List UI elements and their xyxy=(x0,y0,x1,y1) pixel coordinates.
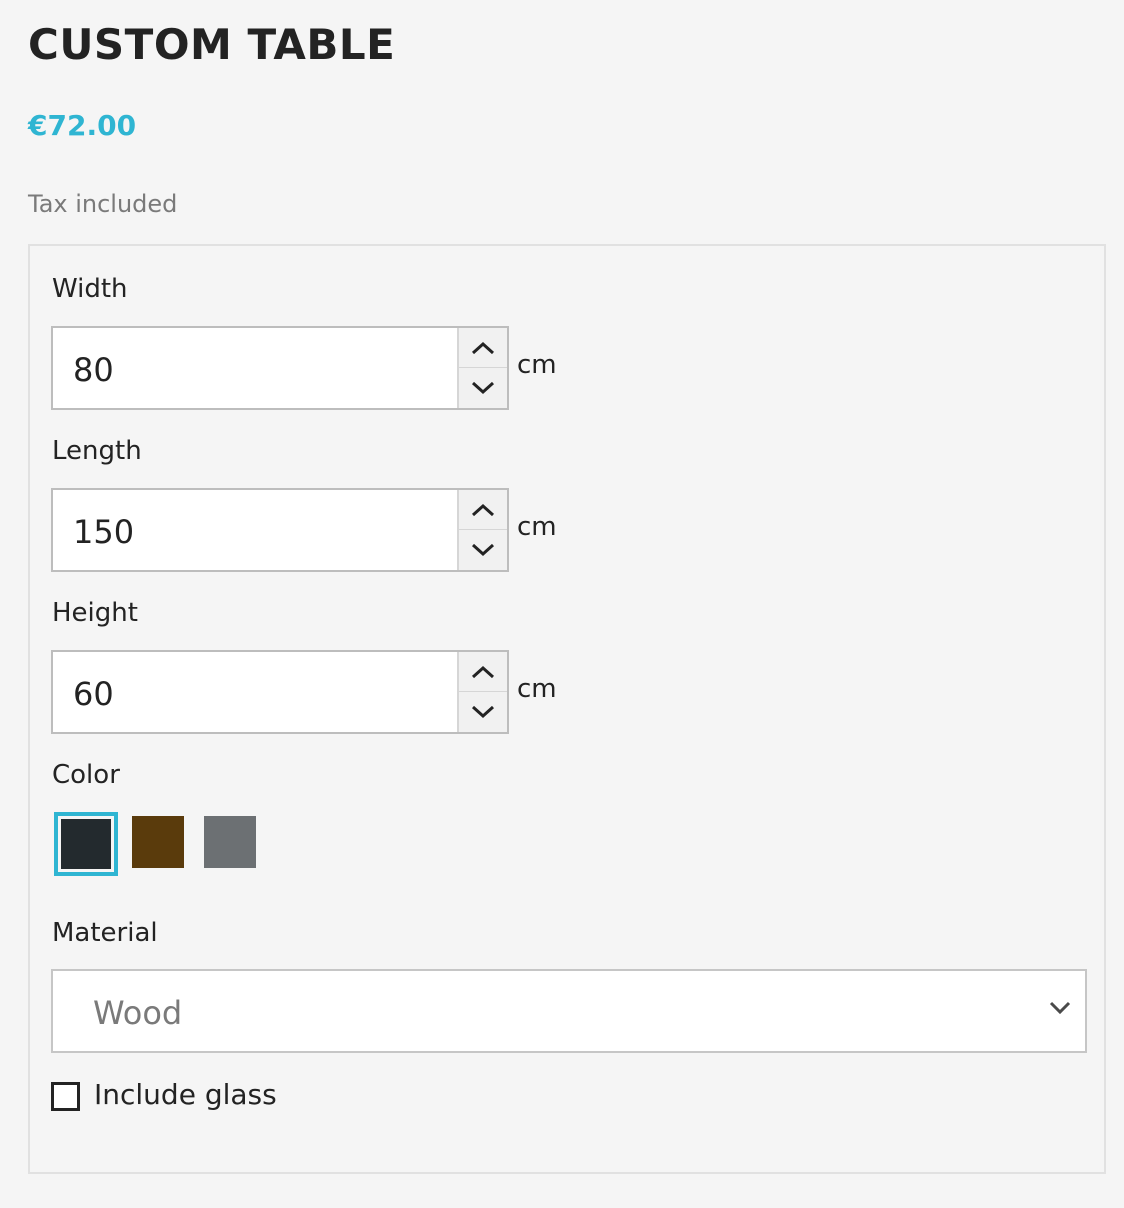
material-label: Material xyxy=(52,918,158,948)
include-glass-checkbox[interactable] xyxy=(51,1082,80,1111)
width-decrement-button[interactable] xyxy=(459,368,507,407)
length-unit: cm xyxy=(517,512,557,542)
include-glass-label[interactable]: Include glass xyxy=(94,1078,277,1112)
width-input[interactable]: 80 xyxy=(51,326,509,410)
color-swatch-brown[interactable] xyxy=(132,816,184,868)
length-spinner xyxy=(457,490,507,570)
product-price: €72.00 xyxy=(28,109,137,142)
chevron-up-icon xyxy=(471,665,495,678)
length-value: 150 xyxy=(73,513,135,551)
length-label: Length xyxy=(52,436,142,466)
height-decrement-button[interactable] xyxy=(459,692,507,731)
material-selected-value: Wood xyxy=(93,994,183,1032)
chevron-down-icon xyxy=(1049,1001,1071,1015)
chevron-down-icon xyxy=(471,705,495,718)
color-swatch-dark[interactable] xyxy=(54,812,118,876)
height-input[interactable]: 60 xyxy=(51,650,509,734)
length-decrement-button[interactable] xyxy=(459,530,507,569)
height-spinner xyxy=(457,652,507,732)
width-label: Width xyxy=(52,274,128,304)
width-unit: cm xyxy=(517,350,557,380)
height-value: 60 xyxy=(73,675,114,713)
material-select[interactable]: Wood xyxy=(51,969,1087,1053)
color-label: Color xyxy=(52,760,120,790)
width-spinner xyxy=(457,328,507,408)
color-swatch-gray[interactable] xyxy=(204,816,256,868)
chevron-up-icon xyxy=(471,503,495,516)
width-increment-button[interactable] xyxy=(459,328,507,368)
height-label: Height xyxy=(52,598,138,628)
customization-panel: Width 80 cm Length 150 cm Height 60 cm C… xyxy=(28,244,1106,1174)
chevron-down-icon xyxy=(471,381,495,394)
height-increment-button[interactable] xyxy=(459,652,507,692)
product-title: CUSTOM TABLE xyxy=(28,20,396,69)
width-value: 80 xyxy=(73,351,114,389)
height-unit: cm xyxy=(517,674,557,704)
chevron-up-icon xyxy=(471,341,495,354)
chevron-down-icon xyxy=(471,543,495,556)
tax-note: Tax included xyxy=(28,190,178,218)
length-input[interactable]: 150 xyxy=(51,488,509,572)
length-increment-button[interactable] xyxy=(459,490,507,530)
